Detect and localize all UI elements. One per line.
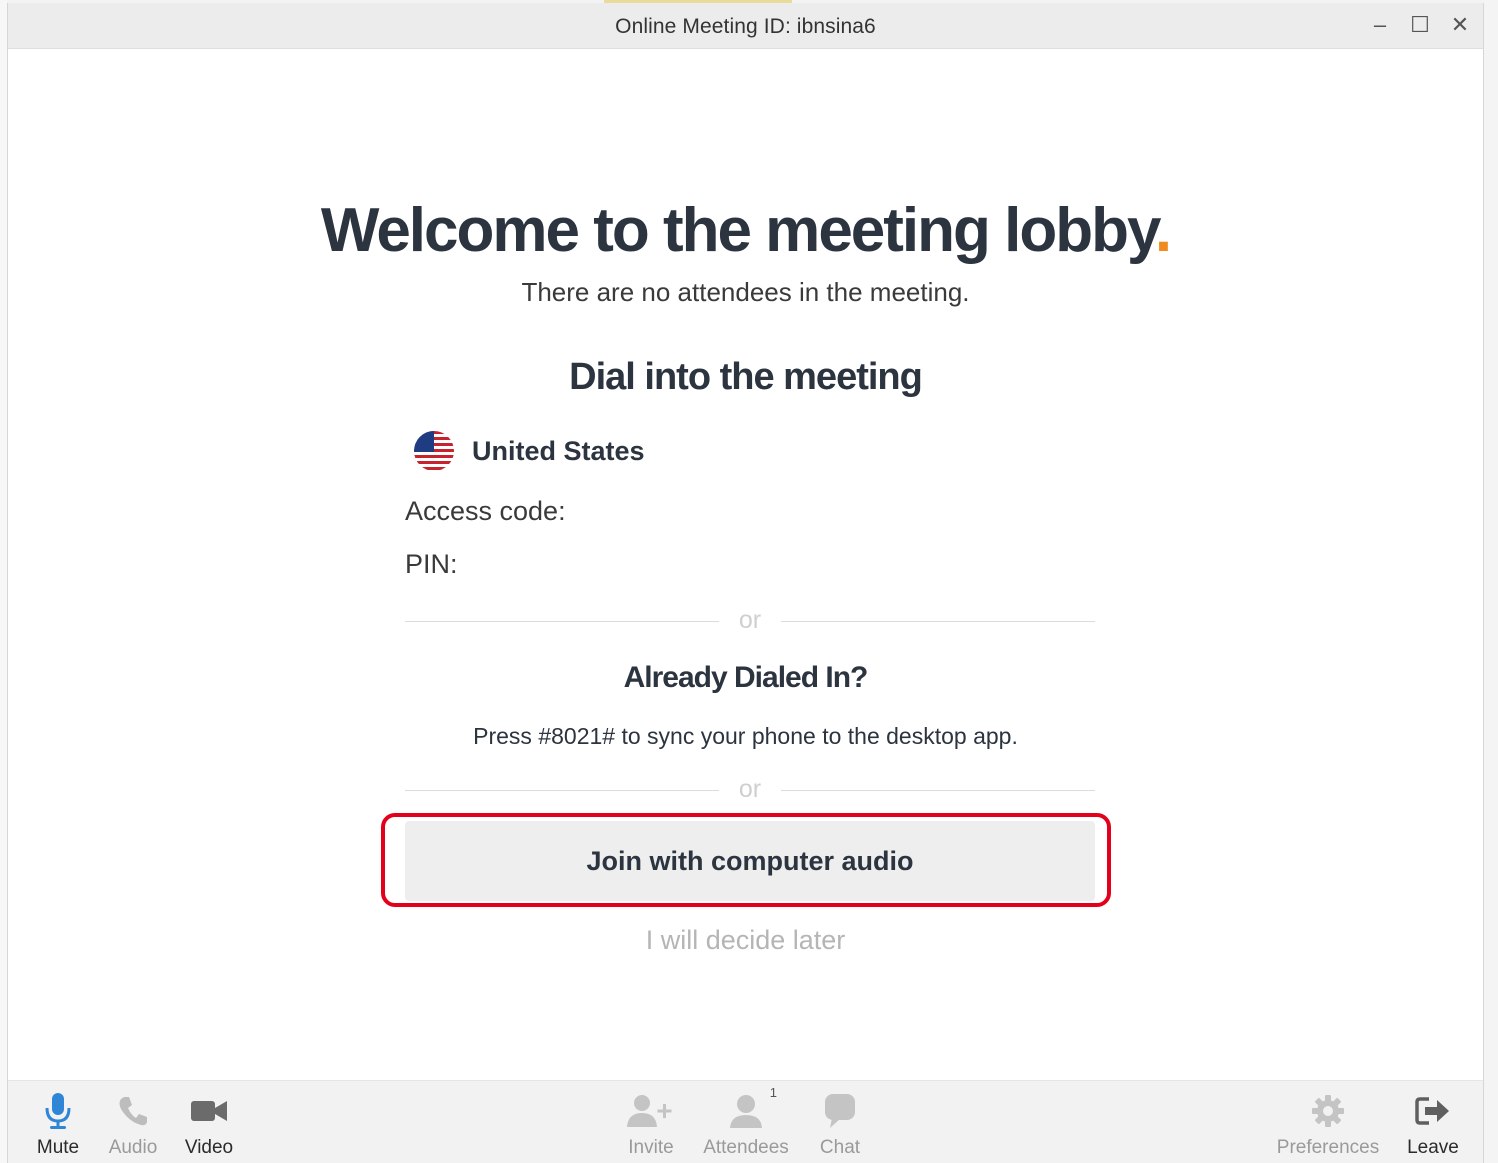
video-button[interactable]: Video: [164, 1087, 254, 1159]
window-controls: – ☐ ✕: [1367, 11, 1473, 39]
exit-door-icon: [1415, 1087, 1451, 1135]
attendee-status-text: There are no attendees in the meeting.: [521, 277, 970, 307]
audio-label: Audio: [108, 1137, 158, 1158]
or-divider: or: [405, 775, 1095, 805]
lobby-content: Welcome to the meeting lobby. There are …: [8, 49, 1483, 1079]
person-icon: 1: [729, 1085, 777, 1135]
lobby-headline: Welcome to the meeting lobby.: [8, 195, 1483, 266]
country-name: United States: [472, 435, 645, 466]
country-selector[interactable]: United States: [414, 431, 645, 471]
attendees-button[interactable]: 1 Attendees: [701, 1085, 791, 1159]
close-button[interactable]: ✕: [1447, 11, 1473, 39]
minimize-button[interactable]: –: [1367, 11, 1393, 39]
or-divider: or: [405, 606, 1095, 636]
preferences-label: Preferences: [1276, 1137, 1380, 1158]
window-title: Online Meeting ID: ibnsina6: [615, 15, 876, 38]
attendees-label: Attendees: [703, 1137, 789, 1158]
pin-label: PIN:: [405, 549, 458, 579]
maximize-button[interactable]: ☐: [1407, 11, 1433, 39]
headline-text: Welcome to the meeting lobby: [320, 196, 1157, 265]
title-bar[interactable]: Online Meeting ID: ibnsina6 – ☐ ✕: [8, 3, 1483, 49]
us-flag-icon: [414, 431, 454, 471]
already-dialed-heading: Already Dialed In?: [623, 661, 869, 694]
preferences-button[interactable]: Preferences: [1273, 1087, 1383, 1159]
sync-instructions: Press #8021# to sync your phone to the d…: [473, 723, 1018, 749]
dial-in-heading: Dial into the meeting: [569, 356, 923, 398]
video-label: Video: [184, 1137, 234, 1158]
chat-button[interactable]: Chat: [795, 1087, 885, 1159]
chat-bubble-icon: [824, 1087, 856, 1135]
bottom-toolbar: Mute Audio Video Invite 1 Attendees Chat…: [8, 1080, 1483, 1163]
add-person-icon: [627, 1087, 675, 1135]
desktop-right-edge: [1484, 0, 1498, 1163]
invite-label: Invite: [628, 1137, 674, 1158]
headline-accent-dot: .: [1154, 196, 1172, 265]
leave-label: Leave: [1407, 1137, 1459, 1158]
chat-label: Chat: [819, 1137, 861, 1158]
mute-label: Mute: [36, 1137, 80, 1158]
video-camera-icon: [190, 1087, 228, 1135]
attendees-count-badge: 1: [769, 1085, 777, 1100]
microphone-icon: [44, 1087, 72, 1135]
desktop-left-edge: [0, 0, 7, 1163]
gear-icon: [1311, 1087, 1345, 1135]
invite-button[interactable]: Invite: [606, 1087, 696, 1159]
phone-icon: [116, 1087, 150, 1135]
decide-later-link[interactable]: I will decide later: [8, 925, 1483, 956]
leave-button[interactable]: Leave: [1388, 1087, 1478, 1159]
meeting-window: Online Meeting ID: ibnsina6 – ☐ ✕ Welcom…: [7, 3, 1484, 1163]
access-code-label: Access code:: [405, 496, 566, 526]
join-computer-audio-button[interactable]: Join with computer audio: [405, 821, 1095, 901]
